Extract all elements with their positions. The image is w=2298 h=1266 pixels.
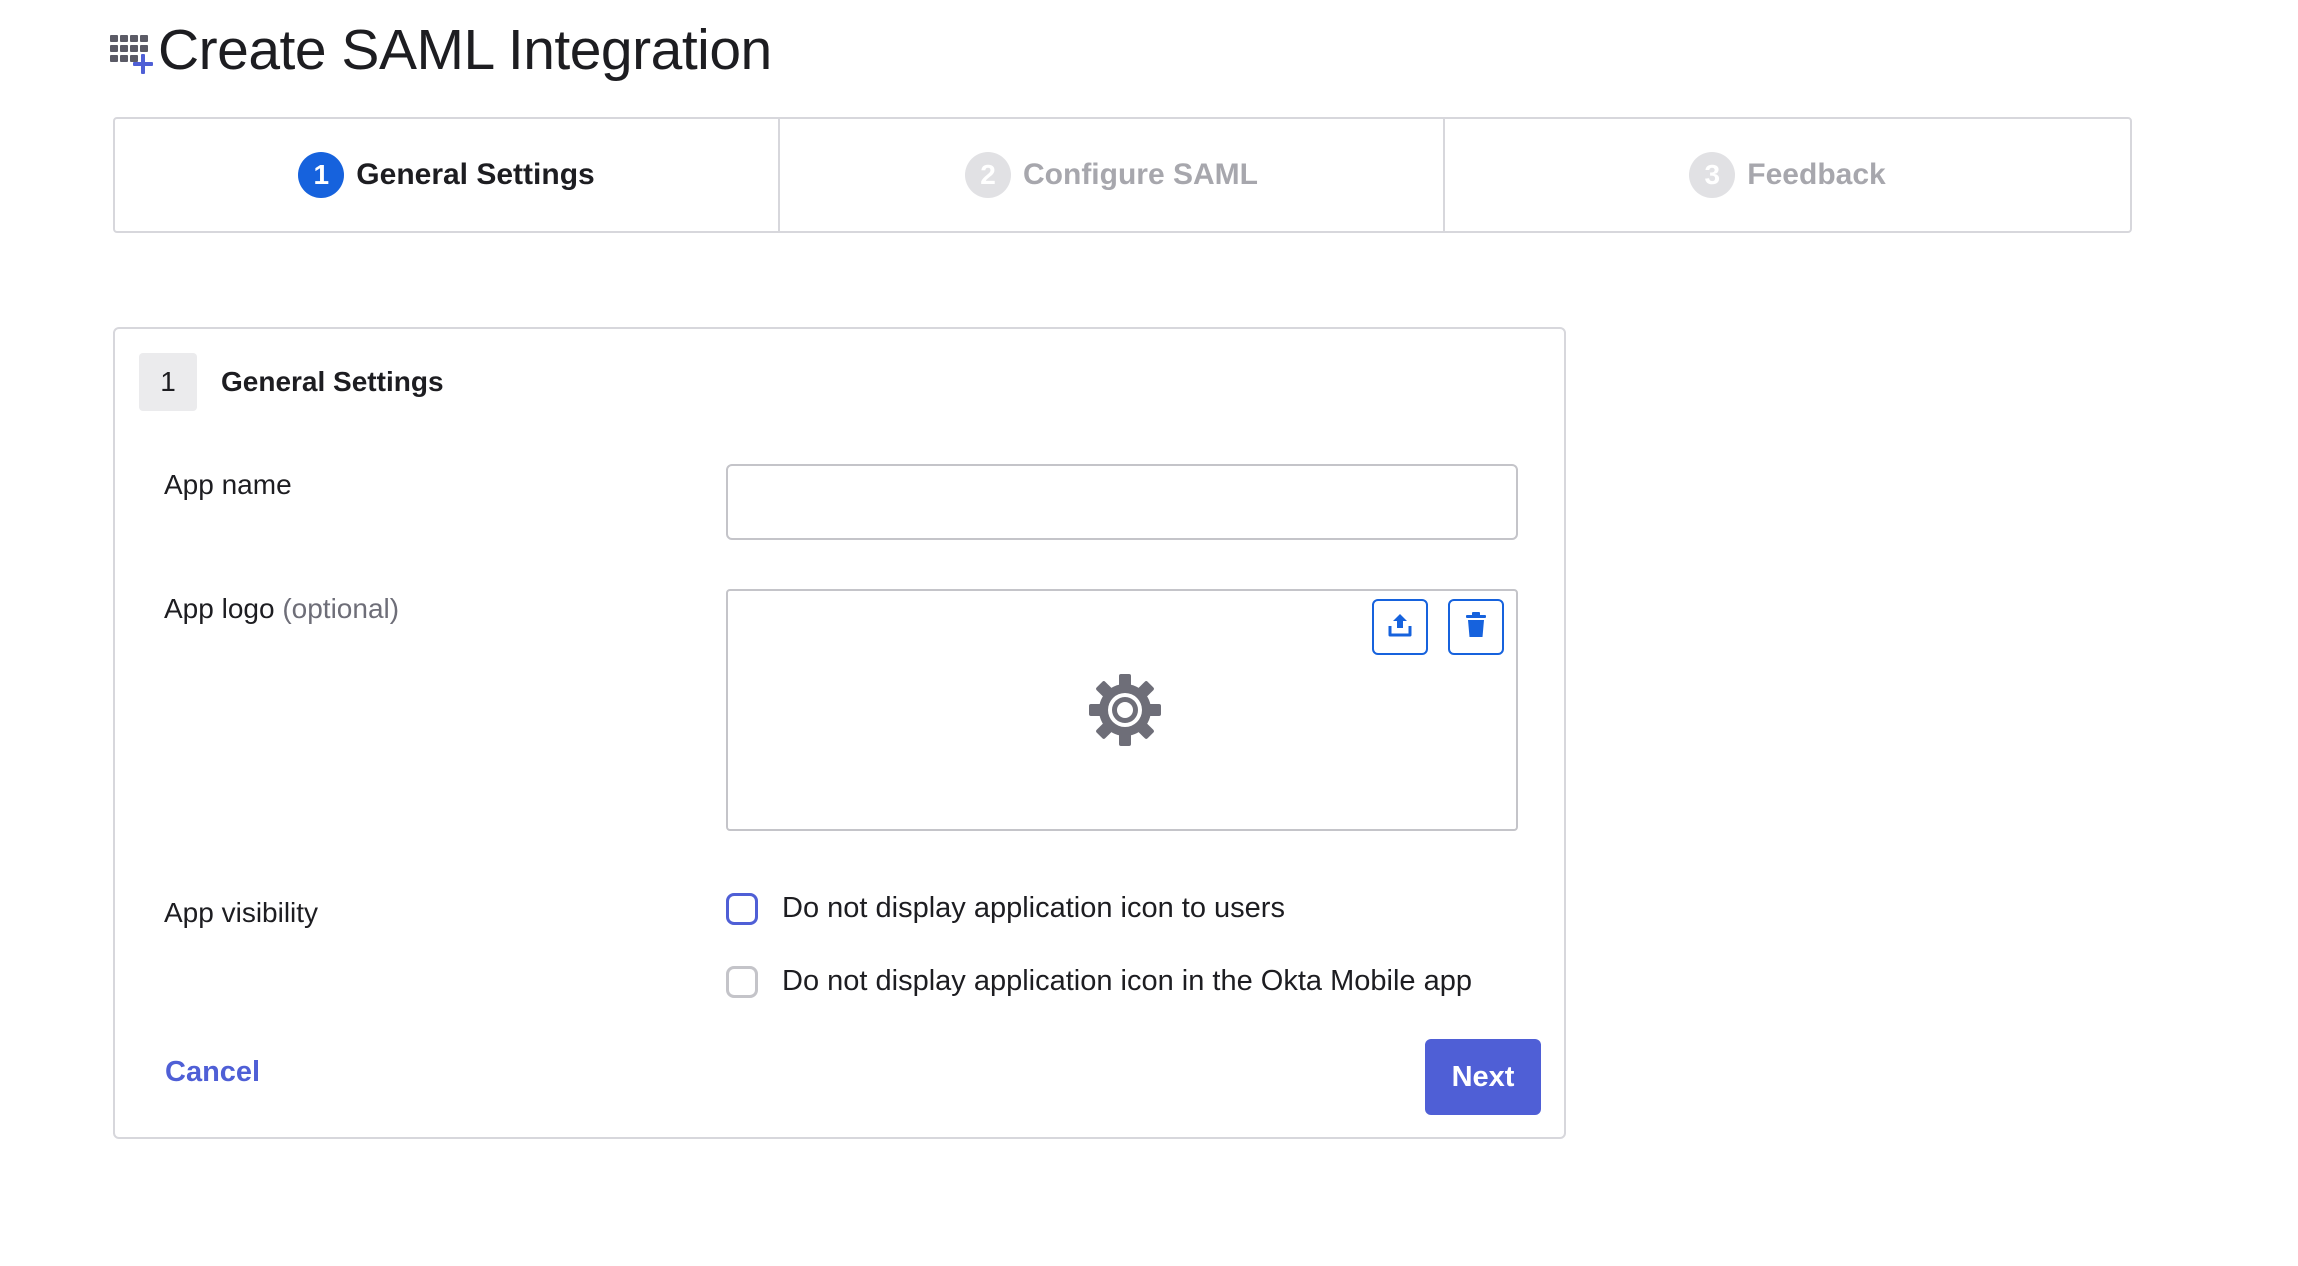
app-visibility-label: App visibility (164, 897, 319, 928)
wizard-stepper: 1 General Settings 2 Configure SAML 3 Fe… (113, 117, 2132, 233)
step-label: Feedback (1747, 158, 1886, 191)
step-label: Configure SAML (1023, 158, 1258, 191)
card-title: General Settings (221, 366, 444, 397)
trash-icon (1463, 611, 1489, 644)
step-configure-saml: 2 Configure SAML (780, 119, 1445, 231)
page-header: Create SAML Integration (110, 14, 772, 86)
checkbox-label: Do not display application icon in the O… (782, 965, 1472, 997)
next-button[interactable]: Next (1425, 1039, 1541, 1115)
delete-logo-button[interactable] (1448, 599, 1504, 655)
checkbox-label: Do not display application icon to users (782, 892, 1285, 924)
hide-icon-mobile-option[interactable]: Do not display application icon in the O… (726, 965, 1472, 998)
hide-icon-mobile-checkbox[interactable] (726, 965, 758, 998)
card-step-badge: 1 (139, 353, 197, 411)
gear-icon (1088, 673, 1162, 747)
app-grid-add-icon (110, 27, 154, 77)
hide-icon-users-checkbox[interactable] (726, 892, 758, 925)
step-number-badge: 3 (1689, 152, 1736, 198)
app-logo-label-text: App logo (164, 593, 275, 624)
card-header: 1 General Settings (139, 353, 444, 411)
general-settings-card: 1 General Settings App name App logo (op… (113, 327, 1566, 1139)
app-name-input[interactable] (726, 464, 1518, 540)
page-title: Create SAML Integration (158, 18, 772, 82)
step-label: General Settings (356, 158, 595, 191)
app-logo-dropzone[interactable] (726, 589, 1518, 831)
step-general-settings[interactable]: 1 General Settings (115, 119, 780, 231)
app-name-label: App name (164, 469, 292, 500)
app-logo-label: App logo (optional) (164, 593, 399, 625)
optional-hint: (optional) (282, 593, 400, 624)
step-number-badge: 2 (965, 152, 1011, 198)
step-number-badge: 1 (298, 152, 345, 198)
cancel-button[interactable]: Cancel (165, 1056, 260, 1089)
hide-icon-users-option[interactable]: Do not display application icon to users (726, 892, 1285, 925)
upload-logo-button[interactable] (1372, 599, 1428, 655)
upload-icon (1386, 611, 1414, 644)
step-feedback: 3 Feedback (1445, 119, 2130, 231)
